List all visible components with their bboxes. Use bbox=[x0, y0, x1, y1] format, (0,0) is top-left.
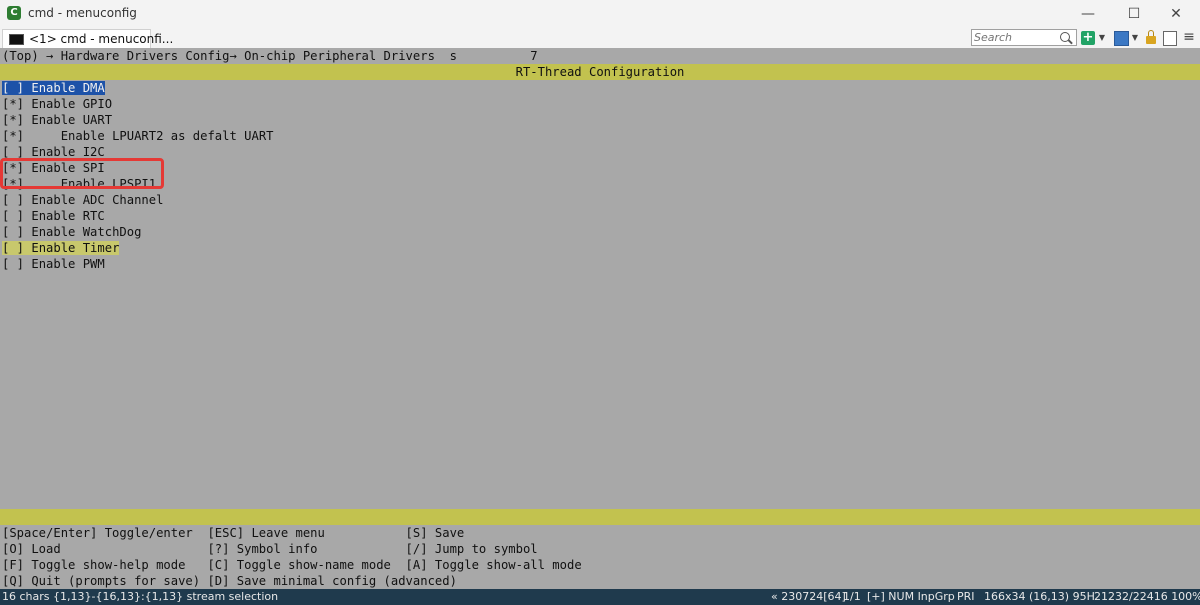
console-size-status[interactable]: 166x34 bbox=[984, 589, 1026, 605]
item-label: Enable PWM bbox=[31, 257, 105, 271]
mode-status[interactable]: [+] NUM InpGrp bbox=[867, 589, 955, 605]
cursor-status[interactable]: (16,13) 95H bbox=[1029, 589, 1095, 605]
item-label: Enable Timer bbox=[31, 241, 120, 255]
terminal-area[interactable]: (Top) → Hardware Drivers Config→ On-chip… bbox=[0, 48, 1200, 589]
search-box[interactable] bbox=[971, 29, 1077, 46]
selection-status: 16 chars {1,13}-{16,13}:{1,13} stream se… bbox=[2, 590, 279, 603]
item-label: Enable GPIO bbox=[31, 97, 113, 111]
menu-item-watchdog[interactable]: [ ] Enable WatchDog bbox=[2, 224, 141, 240]
split-view-dropdown-icon[interactable]: ▼ bbox=[1130, 30, 1140, 46]
maximize-button[interactable]: ☐ bbox=[1114, 2, 1154, 26]
new-console-icon[interactable]: + bbox=[1081, 31, 1095, 45]
item-check[interactable]: [ ] bbox=[2, 193, 24, 207]
new-console-dropdown-icon[interactable]: ▼ bbox=[1097, 30, 1107, 46]
menu-item-lpuart2[interactable]: [*] Enable LPUART2 as defalt UART bbox=[2, 128, 274, 144]
item-check[interactable]: [ ] bbox=[2, 81, 24, 95]
menu-item-gpio[interactable]: [*] Enable GPIO bbox=[2, 96, 112, 112]
item-check[interactable]: [*] bbox=[2, 97, 24, 111]
console-tab[interactable]: <1> cmd - menuconfi... bbox=[2, 29, 173, 48]
item-label: Enable LPUART2 as defalt UART bbox=[31, 129, 274, 143]
item-check[interactable]: [*] bbox=[2, 113, 24, 127]
item-label: Enable I2C bbox=[31, 145, 105, 159]
priority-status[interactable]: PRI bbox=[957, 589, 975, 605]
menu-item-rtc[interactable]: [ ] Enable RTC bbox=[2, 208, 105, 224]
config-title: RT-Thread Configuration bbox=[515, 65, 685, 79]
help-line: [O] Load [?] Symbol info [/] Jump to sym… bbox=[2, 542, 538, 556]
memory-status[interactable]: 21232/22416 100% bbox=[1094, 589, 1200, 605]
title-bar: C cmd - menuconfig — ☐ ✕ bbox=[0, 0, 1200, 28]
search-icon[interactable] bbox=[1060, 32, 1070, 42]
status-bar: 16 chars {1,13}-{16,13}:{1,13} stream se… bbox=[0, 589, 1200, 605]
help-line: [Q] Quit (prompts for save) [D] Save min… bbox=[2, 574, 457, 588]
item-check[interactable]: [ ] bbox=[2, 225, 24, 239]
item-check[interactable]: [ ] bbox=[2, 241, 24, 255]
item-check[interactable]: [*] bbox=[2, 129, 24, 143]
console-icon bbox=[9, 34, 24, 45]
conemu-icon[interactable]: C bbox=[7, 6, 21, 20]
item-label: Enable RTC bbox=[31, 209, 105, 223]
search-input[interactable] bbox=[974, 30, 1056, 45]
split-view-icon[interactable] bbox=[1114, 31, 1129, 46]
item-label: Enable DMA bbox=[31, 81, 105, 95]
menu-breadcrumb: (Top) → Hardware Drivers Config→ On-chip… bbox=[2, 49, 538, 63]
window-title: cmd - menuconfig bbox=[28, 6, 137, 20]
item-label: Enable UART bbox=[31, 113, 113, 127]
lock-icon[interactable] bbox=[1146, 30, 1156, 44]
menu-item-timer[interactable]: [ ] Enable Timer bbox=[2, 240, 120, 256]
menu-item-uart[interactable]: [*] Enable UART bbox=[2, 112, 112, 128]
spi-highlight-annotation bbox=[0, 158, 164, 189]
menu-item-adc[interactable]: [ ] Enable ADC Channel bbox=[2, 192, 163, 208]
item-check[interactable]: [ ] bbox=[2, 257, 24, 271]
item-check[interactable]: [ ] bbox=[2, 209, 24, 223]
tab-label: <1> cmd - menuconfi... bbox=[29, 32, 174, 46]
item-check[interactable]: [ ] bbox=[2, 145, 24, 159]
help-line: [F] Toggle show-help mode [C] Toggle sho… bbox=[2, 558, 582, 572]
help-line: [Space/Enter] Toggle/enter [ESC] Leave m… bbox=[2, 526, 465, 540]
menu-item-pwm[interactable]: [ ] Enable PWM bbox=[2, 256, 105, 272]
menu-icon[interactable]: ≡ bbox=[1182, 30, 1196, 46]
item-label: Enable WatchDog bbox=[31, 225, 142, 239]
config-title-bar: RT-Thread Configuration bbox=[0, 64, 1200, 80]
close-button[interactable]: ✕ bbox=[1156, 2, 1196, 26]
buffer-status[interactable]: « 230724[64] bbox=[771, 589, 846, 605]
minimize-button[interactable]: — bbox=[1068, 2, 1108, 26]
scroll-lock-icon[interactable] bbox=[1163, 31, 1177, 46]
menu-item-dma[interactable]: [ ] Enable DMA bbox=[2, 80, 105, 96]
item-label: Enable ADC Channel bbox=[31, 193, 164, 207]
page-status[interactable]: 1/1 bbox=[843, 589, 861, 605]
help-separator-bar bbox=[0, 509, 1200, 525]
